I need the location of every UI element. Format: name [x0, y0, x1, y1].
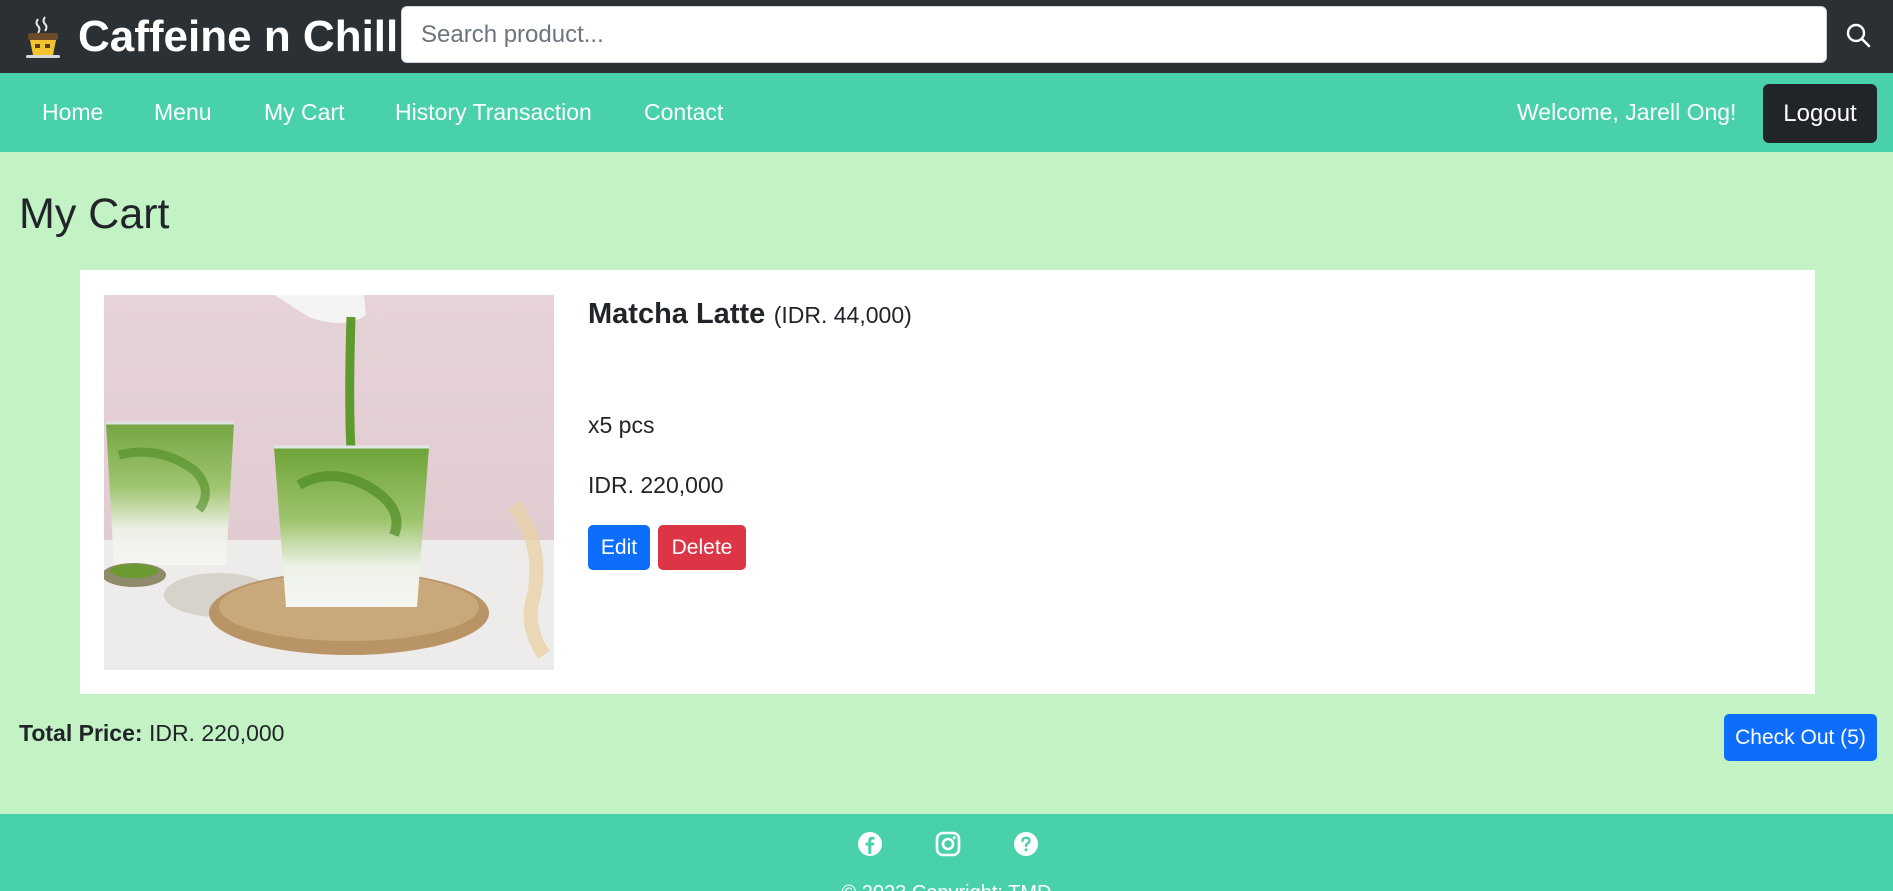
footer-copyright: © 2023 Copyright: TMD [0, 882, 1893, 891]
total-price-value: IDR. 220,000 [148, 720, 285, 746]
welcome-message: Welcome, Jarell Ong! [1517, 99, 1737, 125]
product-quantity: x5 pcs [588, 412, 655, 438]
search-icon [1845, 22, 1871, 53]
nav-item-history-transaction[interactable]: History Transaction [395, 73, 592, 152]
instagram-icon[interactable] [934, 830, 962, 858]
top-bar: Caffeine n Chill [0, 0, 1893, 73]
search-button[interactable] [1838, 20, 1878, 54]
coffee-cup-icon [22, 15, 66, 59]
nav-item-my-cart[interactable]: My Cart [264, 73, 345, 152]
delete-button[interactable]: Delete [658, 525, 746, 570]
brand[interactable]: Caffeine n Chill [22, 12, 398, 62]
product-image [104, 295, 554, 670]
product-line-total: IDR. 220,000 [588, 472, 724, 498]
product-name-line: Matcha Latte (IDR. 44,000) [588, 298, 912, 331]
help-icon[interactable] [1012, 830, 1040, 858]
nav-item-home[interactable]: Home [42, 73, 103, 152]
nav-item-contact[interactable]: Contact [644, 73, 723, 152]
total-price: Total Price: IDR. 220,000 [19, 720, 284, 747]
nav-item-menu[interactable]: Menu [154, 73, 212, 152]
search-input[interactable] [401, 6, 1827, 63]
brand-title: Caffeine n Chill [78, 11, 399, 61]
page-title: My Cart [19, 190, 170, 238]
checkout-button[interactable]: Check Out (5) [1724, 714, 1877, 761]
logout-button[interactable]: Logout [1763, 84, 1877, 143]
facebook-icon[interactable] [856, 830, 884, 858]
main-nav: Home Menu My Cart History Transaction Co… [0, 73, 1893, 152]
product-unit-price: (IDR. 44,000) [773, 302, 912, 328]
cart-item: Matcha Latte (IDR. 44,000) x5 pcs IDR. 2… [80, 270, 1815, 694]
product-name: Matcha Latte [588, 298, 766, 330]
edit-button[interactable]: Edit [588, 525, 650, 570]
total-price-label: Total Price: [19, 720, 143, 746]
footer: © 2023 Copyright: TMD [0, 814, 1893, 891]
